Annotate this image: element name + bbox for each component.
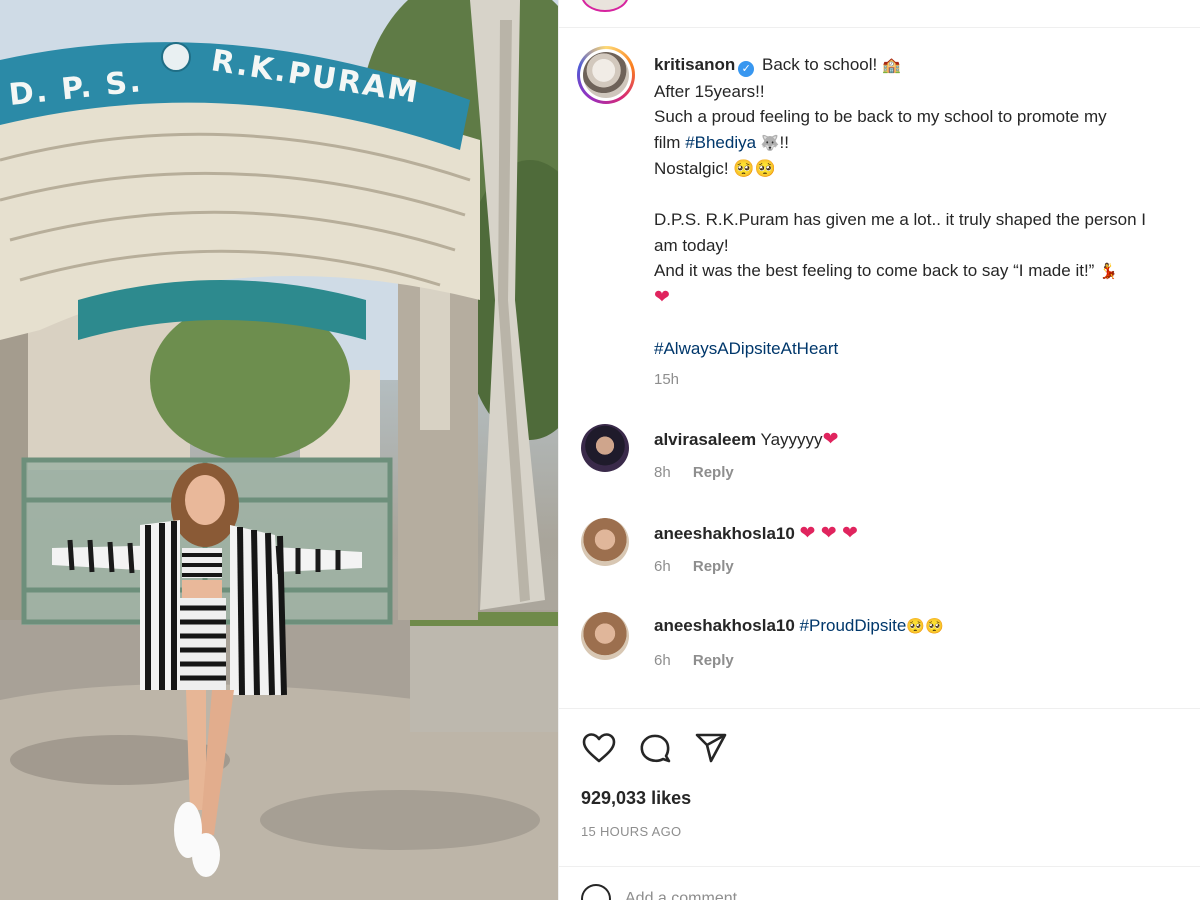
divider bbox=[559, 708, 1200, 709]
comment-body: aneeshakhosla10 ❤ ❤ ❤ bbox=[654, 522, 858, 545]
comment-item: alvirasaleem Yayyyyy❤ 8h Reply bbox=[559, 424, 1200, 504]
comment-body: alvirasaleem Yayyyyy❤ bbox=[654, 428, 838, 451]
school-emoji-icon: 🏫 bbox=[882, 57, 901, 74]
commenter-avatar[interactable] bbox=[581, 518, 629, 566]
add-comment-placeholder[interactable]: Add a comment… bbox=[625, 890, 753, 900]
comment-item: aneeshakhosla10 ❤ ❤ ❤ 6h Reply bbox=[559, 518, 1200, 598]
likes-count[interactable]: 929,033 likes bbox=[581, 788, 691, 809]
reply-button[interactable]: Reply bbox=[693, 652, 734, 669]
comment-time[interactable]: 6h bbox=[654, 558, 671, 575]
caption-line-6: D.P.S. R.K.Puram has given me a lot.. it… bbox=[654, 210, 1146, 229]
caption-line-5: Nostalgic! 🥺🥺 bbox=[654, 159, 776, 178]
commenter-username[interactable]: alvirasaleem bbox=[654, 430, 756, 449]
caption-timestamp[interactable]: 15h bbox=[654, 367, 1200, 393]
wolf-emoji-icon: 🐺 bbox=[760, 134, 780, 152]
heart-emoji-icon: ❤ bbox=[822, 429, 839, 450]
post-header-strip bbox=[559, 0, 1200, 28]
author-username[interactable]: kritisanon bbox=[654, 55, 735, 74]
post-actions bbox=[581, 728, 729, 768]
hashtag-proud-dipsite-link[interactable]: #ProudDipsite bbox=[800, 616, 907, 635]
speech-bubble-icon bbox=[640, 734, 671, 763]
comment-time[interactable]: 6h bbox=[654, 652, 671, 669]
emoji-picker-icon[interactable] bbox=[581, 884, 611, 900]
commenter-avatar[interactable] bbox=[581, 612, 629, 660]
paper-plane-icon bbox=[695, 733, 727, 763]
heart-emoji-icon: ❤ bbox=[654, 286, 670, 308]
pleading-face-emoji-icon: 🥺🥺 bbox=[906, 618, 944, 635]
caption-line-1: Back to school! bbox=[761, 55, 878, 74]
comment-text: Yayyyyy bbox=[760, 430, 823, 449]
caption-line-8: And it was the best feeling to come back… bbox=[654, 261, 1095, 280]
caption-line-4-prefix: film bbox=[654, 132, 681, 152]
comment-meta: 8h Reply bbox=[654, 464, 752, 481]
caption-body: kritisanon ✓ Back to school! 🏫 After 15ye… bbox=[654, 52, 1200, 393]
like-button[interactable] bbox=[581, 730, 617, 766]
caption-line-4-suffix: !! bbox=[779, 132, 789, 152]
header-avatar[interactable] bbox=[581, 0, 629, 12]
author-avatar[interactable] bbox=[577, 46, 635, 104]
comment-body: aneeshakhosla10 #ProudDipsite🥺🥺 bbox=[654, 616, 944, 636]
caption-line-3: Such a proud feeling to be back to my sc… bbox=[654, 107, 1107, 126]
verified-badge-icon: ✓ bbox=[738, 61, 755, 77]
hashtag-bhediya-link[interactable]: #Bhediya bbox=[685, 133, 756, 152]
comment-time[interactable]: 8h bbox=[654, 464, 671, 481]
school-gate-photo: D. P. S. R.K.PURAM bbox=[0, 0, 558, 900]
commenter-avatar[interactable] bbox=[581, 424, 629, 472]
commenter-username[interactable]: aneeshakhosla10 bbox=[654, 616, 795, 635]
reply-button[interactable]: Reply bbox=[693, 464, 734, 481]
share-button[interactable] bbox=[693, 730, 729, 766]
author-avatar-photo bbox=[583, 52, 629, 98]
caption-line-2: After 15years!! bbox=[654, 81, 765, 101]
caption-line-7: am today! bbox=[654, 235, 729, 255]
hearts-emoji-icon: ❤ ❤ ❤ bbox=[799, 523, 858, 544]
comment-meta: 6h Reply bbox=[654, 652, 752, 669]
heart-outline-icon bbox=[582, 733, 616, 763]
comment-item: aneeshakhosla10 #ProudDipsite🥺🥺 6h Reply bbox=[559, 612, 1200, 692]
post-date[interactable]: 15 HOURS AGO bbox=[581, 824, 681, 839]
commenter-username[interactable]: aneeshakhosla10 bbox=[654, 524, 795, 543]
comment-meta: 6h Reply bbox=[654, 558, 752, 575]
school-emblem-icon bbox=[161, 42, 191, 72]
post-photo[interactable]: D. P. S. R.K.PURAM bbox=[0, 0, 558, 900]
divider bbox=[559, 866, 1200, 867]
add-comment-row[interactable]: Add a comment… bbox=[581, 884, 753, 900]
post-side-panel: kritisanon ✓ Back to school! 🏫 After 15ye… bbox=[558, 0, 1200, 900]
reply-button[interactable]: Reply bbox=[693, 558, 734, 575]
hashtag-always-a-dipsite-link[interactable]: #AlwaysADipsiteAtHeart bbox=[654, 336, 1200, 362]
dancer-emoji-icon: 💃 bbox=[1099, 263, 1118, 280]
comment-button[interactable] bbox=[637, 730, 673, 766]
